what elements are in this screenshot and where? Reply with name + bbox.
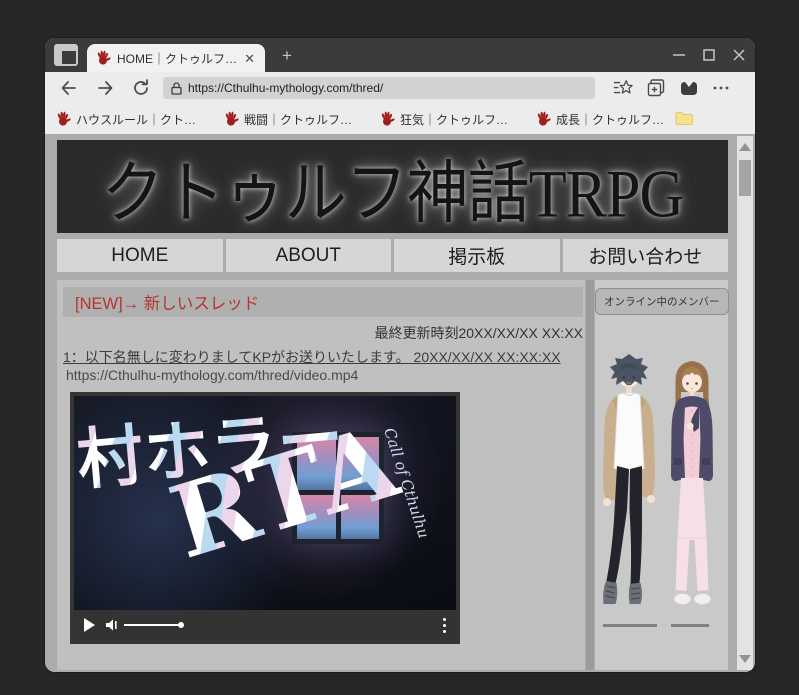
tab-title: HOME｜クトゥルフ… — [117, 51, 237, 66]
bookmark-hand-icon — [379, 111, 395, 127]
browser-essentials-icon[interactable] — [679, 78, 699, 98]
page-viewport: クトゥルフ神話TRPG HOME ABOUT 掲示板 お問い合わせ [NEW]→… — [45, 134, 755, 672]
character-boy-illustration — [603, 354, 655, 604]
bookmarks-bar: ハウスルール｜クト… 戦闘｜クトゥルフ… 狂気｜クトゥルフ… 成長｜クトゥルフ… — [45, 104, 755, 134]
favicon-hand-icon — [95, 50, 111, 66]
scroll-down-arrow-icon[interactable] — [739, 655, 751, 663]
favorites-icon[interactable] — [613, 78, 633, 98]
site-nav: HOME ABOUT 掲示板 お問い合わせ — [57, 239, 728, 272]
minimize-button[interactable] — [671, 47, 687, 63]
new-thread-strip: [NEW]→ 新しいスレッド — [63, 287, 583, 317]
back-icon[interactable] — [59, 78, 79, 98]
new-thread-link[interactable]: [NEW]→ 新しいスレッド — [75, 290, 259, 314]
tab-close-icon[interactable]: ✕ — [242, 50, 257, 67]
video-menu-icon[interactable] — [443, 617, 446, 633]
tab-switcher-icon[interactable] — [54, 44, 78, 66]
browser-window: HOME｜クトゥルフ… ✕ + https://Cthulhu-mytholog… — [45, 38, 755, 672]
bookmark-label: 成長｜クトゥルフ… — [556, 112, 665, 127]
window-layout-icon — [54, 44, 78, 66]
volume-control[interactable] — [105, 618, 184, 632]
video-url-text[interactable]: https://Cthulhu-mythology.com/thred/vide… — [66, 367, 358, 383]
browser-tab[interactable]: HOME｜クトゥルフ… ✕ — [87, 44, 265, 72]
character-caption — [671, 624, 709, 627]
video-thumbnail: 村ホラー RTA Call of Cthulhu — [74, 396, 456, 610]
page-scrollbar[interactable] — [737, 136, 753, 670]
nav-board[interactable]: 掲示板 — [394, 239, 560, 272]
new-tab-button[interactable]: + — [277, 46, 297, 66]
bookmark-folder-icon[interactable] — [675, 111, 693, 126]
url-text: https://Cthulhu-mythology.com/thred/ — [188, 81, 384, 95]
column-divider — [586, 280, 594, 670]
bookmark-hand-icon — [223, 111, 239, 127]
lock-icon — [171, 81, 182, 95]
bookmark-madness[interactable]: 狂気｜クトゥルフ… — [379, 111, 508, 128]
bookmark-label: 戦闘｜クトゥルフ… — [244, 112, 353, 127]
maximize-button[interactable] — [701, 47, 717, 63]
thread-main-column: [NEW]→ 新しいスレッド 最終更新時刻20XX/XX/XX XX:XX 1：… — [57, 280, 585, 670]
scrollbar-thumb[interactable] — [739, 160, 751, 196]
video-controls — [74, 610, 456, 640]
collections-icon[interactable] — [646, 78, 666, 98]
nav-home[interactable]: HOME — [57, 239, 223, 272]
volume-slider[interactable] — [124, 622, 184, 628]
scroll-up-arrow-icon[interactable] — [739, 143, 751, 151]
character-girl-illustration — [671, 361, 713, 605]
forward-icon[interactable] — [95, 78, 115, 98]
close-button[interactable] — [731, 47, 747, 63]
bookmark-combat[interactable]: 戦闘｜クトゥルフ… — [223, 111, 352, 128]
video-player[interactable]: 村ホラー RTA Call of Cthulhu — [70, 392, 460, 644]
address-bar[interactable]: https://Cthulhu-mythology.com/thred/ — [163, 77, 595, 99]
site-title: クトゥルフ神話TRPG — [101, 156, 684, 232]
bookmark-house-rules[interactable]: ハウスルール｜クト… — [55, 111, 196, 128]
navigation-toolbar: https://Cthulhu-mythology.com/thred/ — [45, 72, 755, 104]
bookmark-label: ハウスルール｜クト… — [76, 112, 197, 127]
window-controls — [671, 43, 747, 67]
bookmark-hand-icon — [55, 111, 71, 127]
online-members-label: オンライン中のメンバー — [595, 288, 729, 315]
nav-contact[interactable]: お問い合わせ — [562, 239, 728, 272]
speaker-icon — [106, 619, 117, 631]
play-button[interactable] — [84, 618, 95, 632]
settings-menu-icon[interactable] — [711, 78, 731, 98]
bookmark-hand-icon — [535, 111, 551, 127]
character-caption — [603, 624, 657, 627]
bookmark-growth[interactable]: 成長｜クトゥルフ… — [535, 111, 664, 128]
bookmark-label: 狂気｜クトゥルフ… — [400, 112, 509, 127]
online-members-sidebar: オンライン中のメンバー — [595, 280, 729, 670]
thread-post-line: 1：以下名無しに変わりましてKPがお送りいたします。 20XX/XX/XX XX… — [63, 349, 561, 365]
nav-about[interactable]: ABOUT — [225, 239, 391, 272]
site-header-banner: クトゥルフ神話TRPG — [57, 140, 728, 233]
refresh-icon[interactable] — [131, 78, 151, 98]
tab-bar: HOME｜クトゥルフ… ✕ + — [45, 38, 755, 72]
desktop-background: HOME｜クトゥルフ… ✕ + https://Cthulhu-mytholog… — [0, 0, 799, 695]
last-update-timestamp: 最終更新時刻20XX/XX/XX XX:XX — [374, 325, 583, 341]
